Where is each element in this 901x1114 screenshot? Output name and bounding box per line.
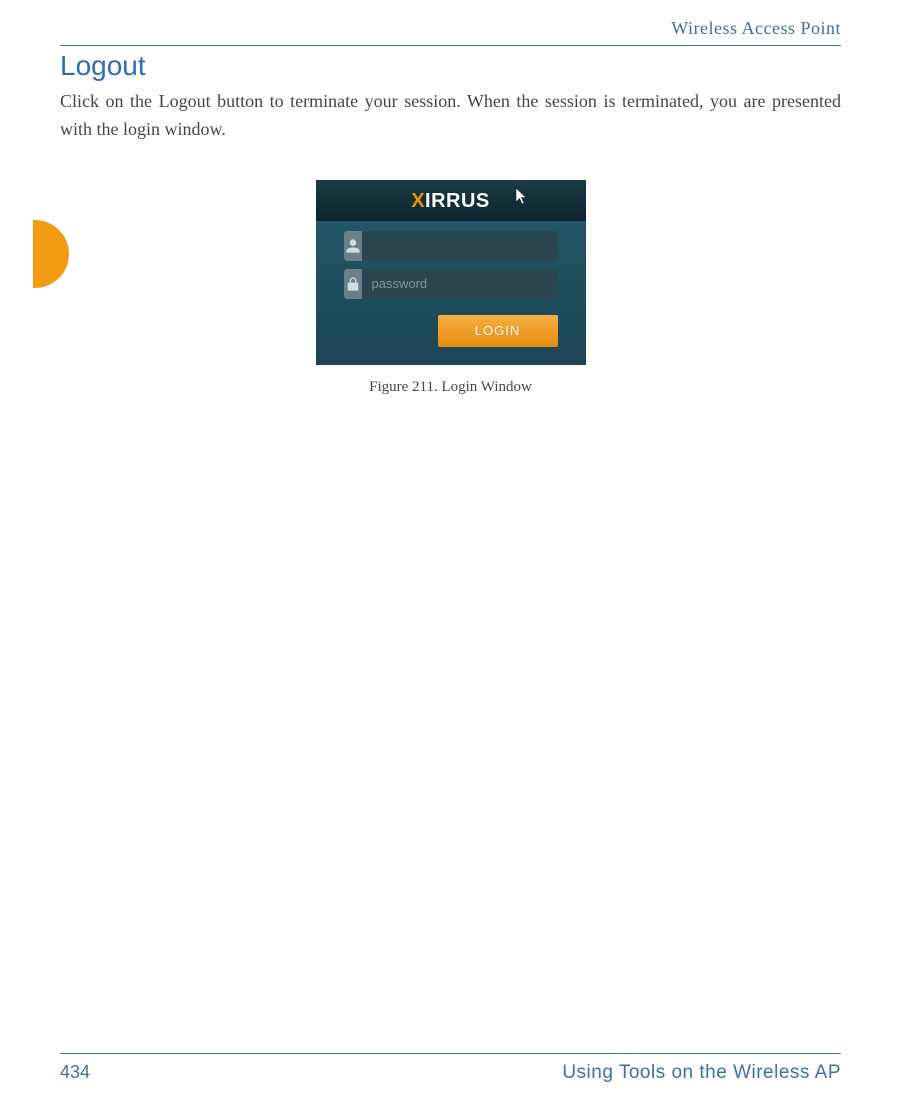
login-panel: XIRRUS LOGIN: [316, 180, 586, 365]
page-number: 434: [60, 1062, 90, 1083]
lock-icon: [344, 269, 362, 299]
login-brand-header: XIRRUS: [316, 180, 586, 221]
running-header: Wireless Access Point: [60, 18, 841, 39]
brand-logo-rest: IRRUS: [425, 190, 490, 212]
password-input[interactable]: [362, 269, 558, 299]
username-row: [344, 231, 558, 261]
page-footer: 434 Using Tools on the Wireless AP: [60, 1053, 841, 1084]
header-divider: [60, 45, 841, 46]
footer-chapter-title: Using Tools on the Wireless AP: [562, 1062, 841, 1084]
brand-logo: XIRRUS: [411, 190, 490, 212]
password-row: [344, 269, 558, 299]
brand-logo-x: X: [411, 190, 425, 212]
username-input[interactable]: [362, 231, 558, 261]
section-body-text: Click on the Logout button to terminate …: [60, 88, 841, 144]
footer-divider: [60, 1053, 841, 1054]
user-icon: [344, 231, 362, 261]
login-button[interactable]: LOGIN: [438, 315, 558, 347]
cursor-icon: [514, 186, 530, 211]
figure-caption: Figure 211. Login Window: [60, 379, 841, 396]
section-heading-logout: Logout: [60, 50, 841, 82]
figure-login-window: XIRRUS LOGIN Figure 211. Login Window: [60, 180, 841, 396]
